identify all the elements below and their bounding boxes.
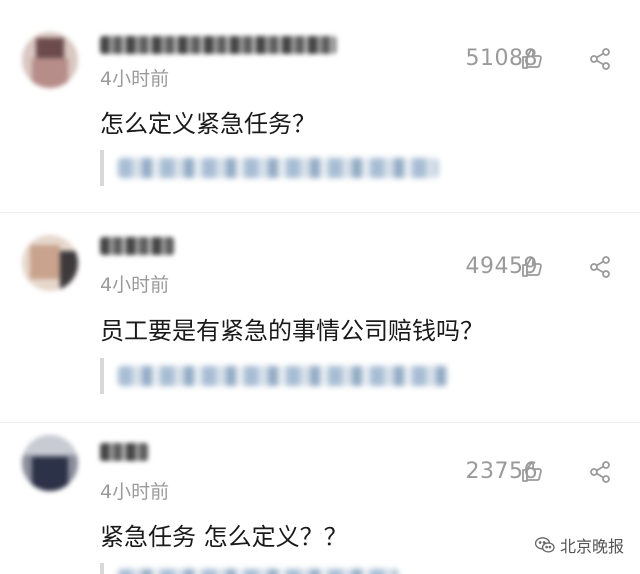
- comment-time: 4小时前: [100, 68, 170, 90]
- avatar[interactable]: [22, 235, 78, 291]
- username[interactable]: [100, 443, 148, 461]
- thumbs-up-icon[interactable]: [520, 47, 544, 71]
- comment-text: 怎么定义紧急任务？: [100, 110, 316, 138]
- blurred-reply-text: [118, 158, 438, 178]
- reply-preview[interactable]: [100, 563, 400, 574]
- comment-item: 4小时前 49459 员工要是有紧急的事情公司赔钱吗？: [0, 213, 640, 425]
- comment-text: 员工要是有紧急的事情公司赔钱吗？: [100, 317, 484, 345]
- blurred-reply-text: [118, 366, 448, 386]
- watermark-text: 北京晚报: [559, 537, 624, 556]
- comment-time: 4小时前: [100, 274, 170, 296]
- thumbs-up-icon[interactable]: [520, 255, 544, 279]
- username[interactable]: [100, 237, 174, 255]
- avatar[interactable]: [22, 32, 78, 88]
- share-icon[interactable]: [588, 460, 612, 484]
- reply-preview[interactable]: [100, 150, 440, 186]
- comment-time: 4小时前: [100, 481, 170, 503]
- comment-text: 紧急任务 怎么定义？？: [100, 523, 348, 551]
- reply-preview[interactable]: [100, 358, 450, 394]
- blurred-reply-text: [118, 569, 398, 574]
- wechat-icon: [534, 537, 555, 553]
- share-icon[interactable]: [588, 255, 612, 279]
- thumbs-up-icon[interactable]: [520, 460, 544, 484]
- comment-item: 4小时前 51088 怎么定义紧急任务？: [0, 0, 640, 212]
- share-icon[interactable]: [588, 47, 612, 71]
- username[interactable]: [100, 36, 336, 54]
- watermark: 北京晚报: [534, 533, 624, 557]
- avatar[interactable]: [22, 435, 78, 491]
